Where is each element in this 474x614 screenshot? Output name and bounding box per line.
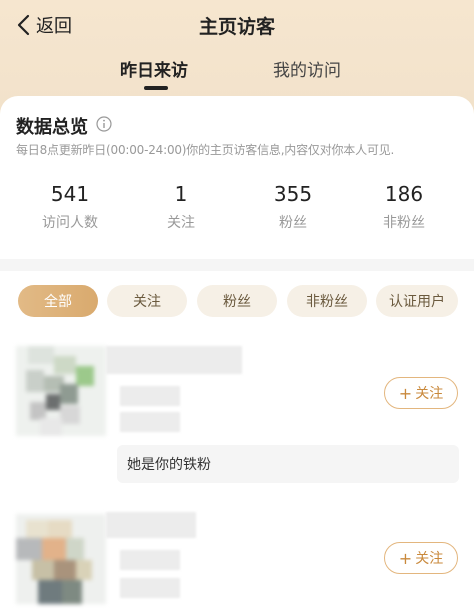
- blurred-username: [106, 512, 196, 538]
- tab-my-visits[interactable]: 我的访问: [273, 56, 341, 81]
- stat-label: 非粉丝: [383, 215, 425, 231]
- blurred-info: [120, 412, 180, 432]
- filter-verified-users[interactable]: 认证用户: [376, 285, 458, 317]
- blurred-info: [120, 578, 180, 598]
- info-icon[interactable]: [96, 116, 112, 132]
- follow-label: 关注: [415, 551, 444, 567]
- content-card: 数据总览 每日8点更新昨日(00:00-24:00)你的主页访客信息,内容仅对你…: [0, 96, 474, 614]
- visitor-note: 她是你的铁粉: [117, 445, 459, 483]
- stat-value: 1: [174, 182, 188, 206]
- top-bar: 返回 主页访客: [0, 0, 474, 50]
- filter-fans[interactable]: 粉丝: [197, 285, 277, 317]
- blurred-info: [120, 386, 180, 406]
- tab-yesterday-visits[interactable]: 昨日来访: [120, 56, 188, 81]
- plus-icon: +: [398, 548, 413, 568]
- filter-all[interactable]: 全部: [18, 285, 98, 317]
- stat-fans[interactable]: 355 粉丝: [243, 182, 343, 232]
- blurred-info: [120, 550, 180, 570]
- stat-value: 186: [384, 182, 424, 206]
- plus-icon: +: [398, 383, 413, 403]
- stat-non-fans[interactable]: 186 非粉丝: [354, 182, 454, 232]
- follow-label: 关注: [415, 386, 444, 402]
- stat-value: 355: [273, 182, 313, 206]
- stat-value: 541: [50, 182, 90, 206]
- active-tab-indicator: [144, 86, 168, 90]
- stat-visitors[interactable]: 541 访问人数: [20, 182, 120, 232]
- overview-description: 每日8点更新昨日(00:00-24:00)你的主页访客信息,内容仅对你本人可见.: [16, 143, 395, 157]
- follow-button[interactable]: + 关注: [384, 377, 458, 409]
- section-divider: [0, 259, 474, 271]
- stat-label: 粉丝: [279, 215, 307, 231]
- overview-title: 数据总览: [16, 117, 88, 138]
- stat-following[interactable]: 1 关注: [131, 182, 231, 232]
- tab-bar: 昨日来访 我的访问: [0, 56, 474, 96]
- filter-non-fans[interactable]: 非粉丝: [287, 285, 367, 317]
- blurred-username: [106, 346, 242, 374]
- follow-button[interactable]: + 关注: [384, 542, 458, 574]
- page-title: 主页访客: [198, 16, 275, 38]
- avatar[interactable]: [16, 514, 106, 604]
- stat-label: 关注: [167, 215, 195, 231]
- stat-label: 访问人数: [42, 215, 98, 231]
- filter-following[interactable]: 关注: [107, 285, 187, 317]
- avatar[interactable]: [16, 346, 106, 436]
